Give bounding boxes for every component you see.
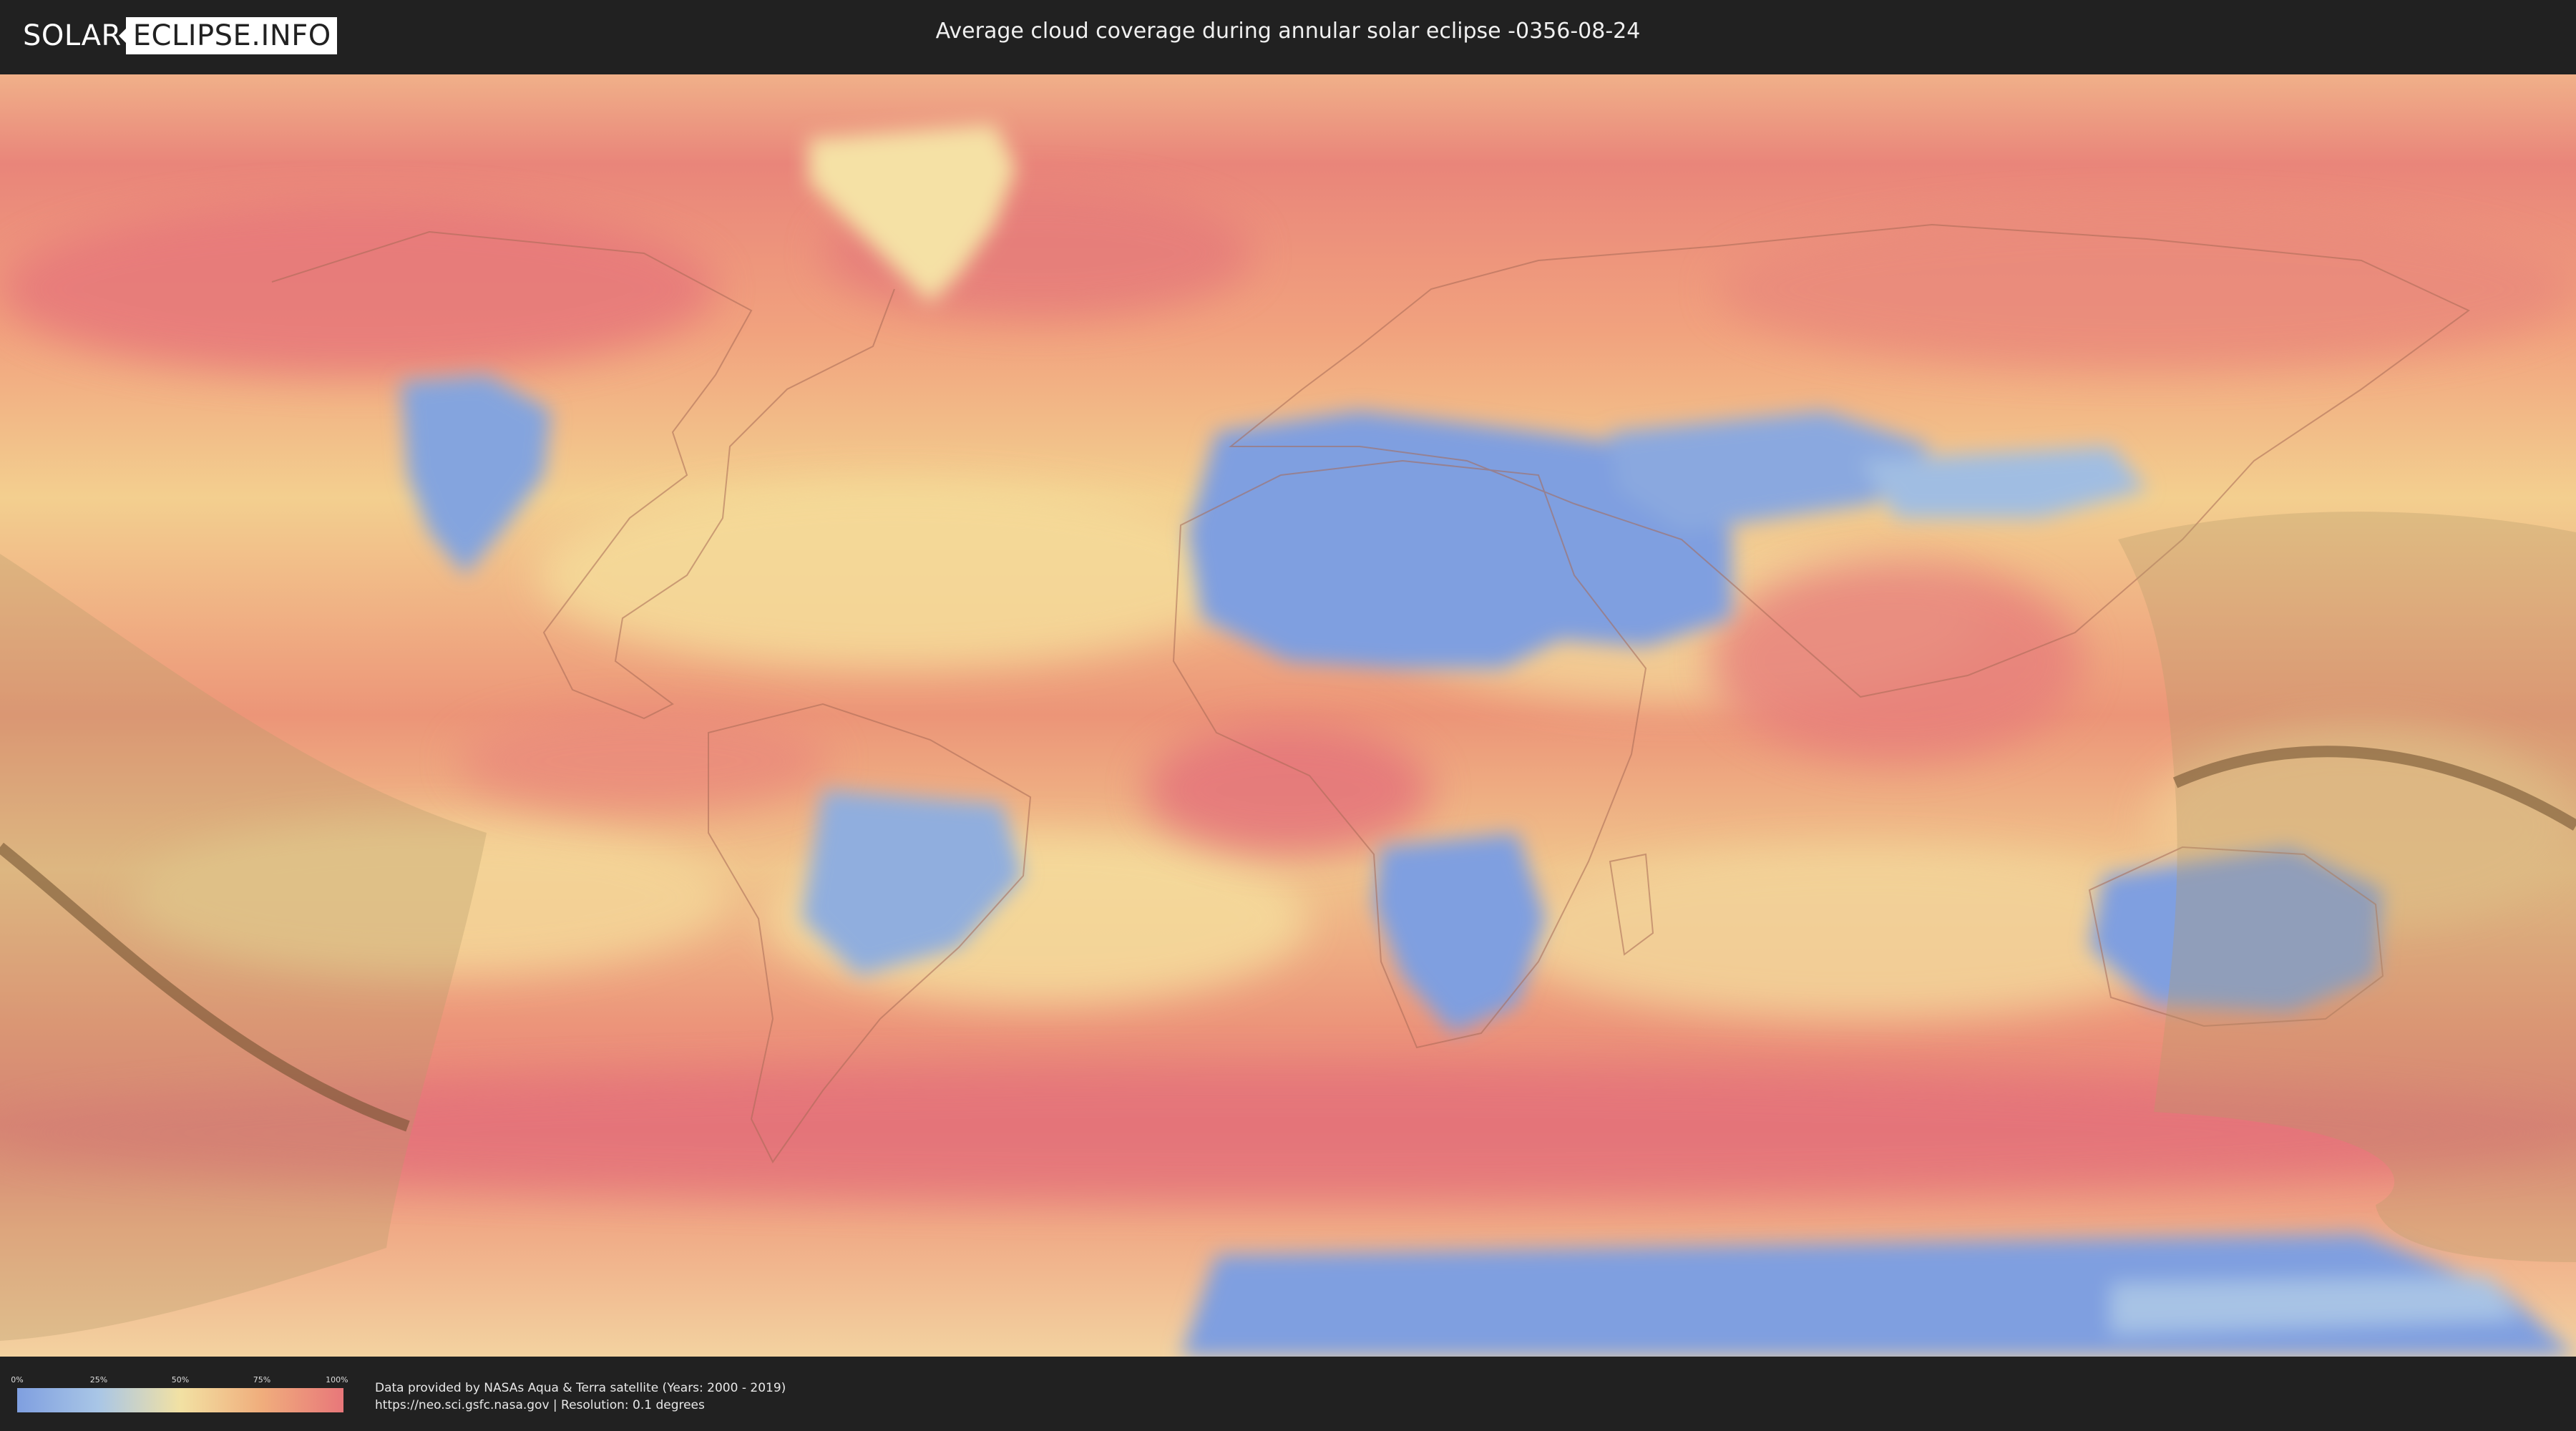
cloud-coverage-map[interactable] [0,74,2576,1357]
legend-ticks: 0% 25% 50% 75% 100% [11,1375,348,1385]
world-map-svg [0,74,2576,1357]
cloud-coverage-legend: 0% 25% 50% 75% 100% [11,1375,348,1412]
footer-bar: 0% 25% 50% 75% 100% Data provided by NAS… [0,1357,2576,1431]
legend-tick-50: 50% [171,1375,190,1384]
data-source-line: Data provided by NASAs Aqua & Terra sate… [375,1381,786,1395]
data-info-line[interactable]: https://neo.sci.gsfc.nasa.gov | Resoluti… [375,1397,786,1414]
legend-tick-75: 75% [253,1375,271,1384]
legend-tick-100: 100% [326,1375,348,1384]
page-title: Average cloud coverage during annular so… [935,19,1641,44]
legend-color-bar [17,1388,343,1412]
header-bar: SOLAR ECLIPSE.INFO Average cloud coverag… [0,0,2576,72]
legend-tick-25: 25% [89,1375,108,1384]
data-credit: Data provided by NASAs Aqua & Terra sate… [375,1379,786,1414]
legend-tick-0: 0% [11,1375,24,1384]
